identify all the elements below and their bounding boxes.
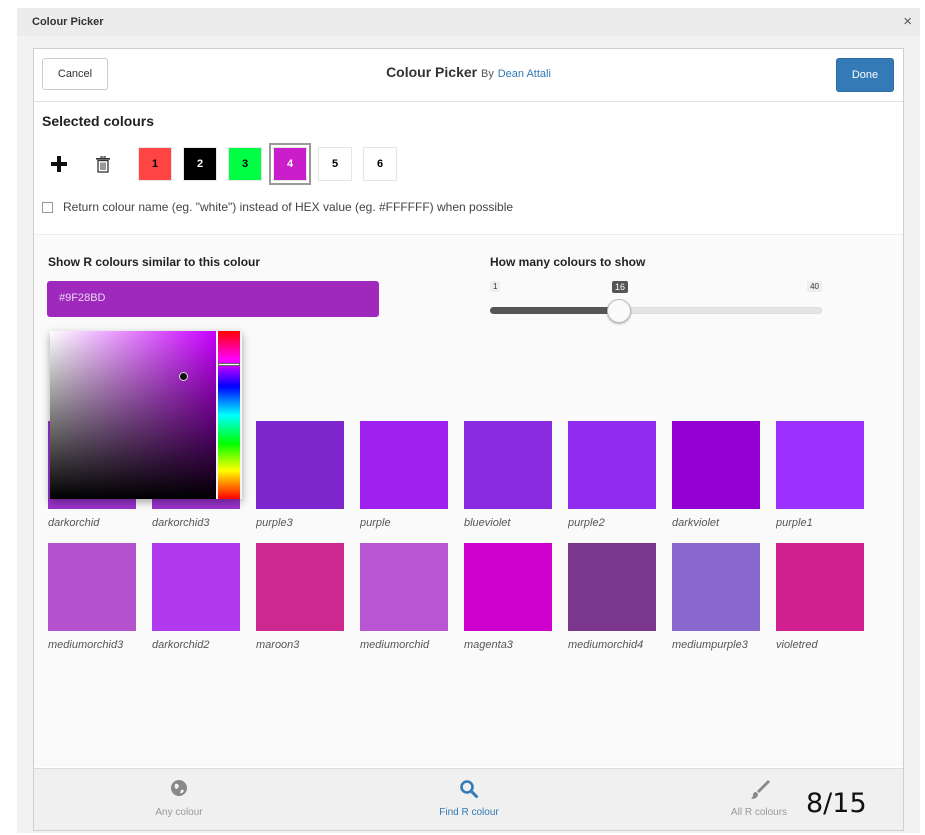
dialog-title-by: By (480, 68, 494, 80)
slider-value-label: 16 (612, 281, 629, 293)
slider-min-label: 1 (490, 281, 501, 292)
colour-tile[interactable] (48, 543, 136, 631)
hue-slider[interactable] (218, 331, 240, 499)
author-link[interactable]: Dean Attali (498, 68, 551, 80)
colour-swatch-5[interactable]: 5 (318, 147, 352, 181)
colour-tile-name: purple1 (776, 517, 813, 529)
colour-tile-name: blueviolet (464, 517, 511, 529)
dialog-header: Cancel Colour Picker By Dean Attali Done (34, 49, 903, 102)
colour-tile-name: darkorchid3 (152, 517, 210, 529)
return-name-label: Return colour name (eg. "white") instead… (63, 200, 514, 214)
colour-tile-name: mediumorchid (360, 639, 430, 651)
plus-icon (51, 156, 67, 172)
colour-tile[interactable] (776, 543, 864, 631)
selected-colours-section: Selected colours 123456 Return colour na… (34, 102, 903, 235)
footer-tabs: Any colour Find R colour All R colours (34, 768, 903, 830)
colour-tile[interactable] (360, 421, 448, 509)
colour-picker-popup (50, 331, 242, 499)
page-counter: 8/15 (806, 788, 867, 819)
colour-tile-name: mediumorchid4 (568, 639, 644, 651)
slider-max-label: 40 (807, 281, 822, 292)
colour-tile[interactable] (568, 421, 656, 509)
hue-marker[interactable] (218, 363, 240, 366)
colour-swatch-4[interactable]: 4 (269, 143, 311, 185)
colour-tile[interactable] (464, 421, 552, 509)
colour-tile-name: darkviolet (672, 517, 720, 529)
similar-colour-label: Show R colours similar to this colour (48, 255, 261, 269)
dialog-title: Colour Picker By Dean Attali (34, 64, 903, 80)
close-icon[interactable]: × (903, 13, 912, 30)
colour-tile-name: violetred (776, 639, 818, 651)
slider-handle[interactable] (607, 299, 631, 323)
saturation-value-marker[interactable] (179, 372, 188, 381)
window-title-bar: Colour Picker × (17, 8, 920, 37)
colour-tile-name: purple3 (256, 517, 293, 529)
colour-swatch-3[interactable]: 3 (228, 147, 262, 181)
tab-find-r-colour-label: Find R colour (439, 807, 499, 818)
colour-tile-name: mediumorchid3 (48, 639, 124, 651)
add-colour-button[interactable] (42, 147, 76, 181)
colour-swatch-2[interactable]: 2 (183, 147, 217, 181)
find-r-colour-panel: darkorchid darkorchid3 purple3 purple bluevi… (34, 235, 903, 767)
delete-colour-button[interactable] (86, 147, 120, 181)
brush-icon (751, 780, 770, 799)
colour-tile-name: darkorchid2 (152, 639, 210, 651)
colour-picker-dialog: Cancel Colour Picker By Dean Attali Done… (33, 48, 904, 831)
globe-icon (171, 780, 187, 796)
count-slider[interactable]: 1 16 40 (490, 275, 822, 325)
colour-swatch-6[interactable]: 6 (363, 147, 397, 181)
window-title: Colour Picker (32, 16, 104, 28)
selected-colours-heading: Selected colours (42, 113, 155, 129)
tab-any-colour[interactable]: Any colour (34, 769, 324, 830)
colour-tile-name: maroon3 (256, 639, 300, 651)
colour-tile[interactable] (256, 421, 344, 509)
colour-swatch-1[interactable]: 1 (138, 147, 172, 181)
colour-tile[interactable] (672, 543, 760, 631)
saturation-value-area[interactable] (50, 331, 216, 499)
colour-tile-name: mediumpurple3 (672, 639, 748, 651)
colour-tile[interactable] (152, 543, 240, 631)
colour-tile[interactable] (672, 421, 760, 509)
return-name-option: Return colour name (eg. "white") instead… (42, 200, 513, 214)
colour-tile-name: purple (360, 517, 391, 529)
colour-tile[interactable] (256, 543, 344, 631)
colour-tile-name: magenta3 (464, 639, 513, 651)
count-label: How many colours to show (490, 255, 646, 269)
colour-tile[interactable] (464, 543, 552, 631)
colour-tile[interactable] (360, 543, 448, 631)
colour-tile-name: purple2 (568, 517, 605, 529)
colour-tile-name: darkorchid (48, 517, 100, 529)
trash-icon (96, 155, 110, 173)
tab-any-colour-label: Any colour (155, 807, 203, 818)
window-frame: Cancel Colour Picker By Dean Attali Done… (17, 36, 920, 833)
colour-tile[interactable] (776, 421, 864, 509)
search-icon (460, 780, 478, 798)
dialog-title-main: Colour Picker (386, 64, 478, 80)
done-button[interactable]: Done (836, 58, 894, 92)
hex-colour-input[interactable]: #9F28BD (47, 281, 379, 317)
tab-find-r-colour[interactable]: Find R colour (324, 769, 614, 830)
slider-fill (490, 307, 618, 314)
return-name-checkbox[interactable] (42, 201, 53, 213)
colour-tile[interactable] (568, 543, 656, 631)
